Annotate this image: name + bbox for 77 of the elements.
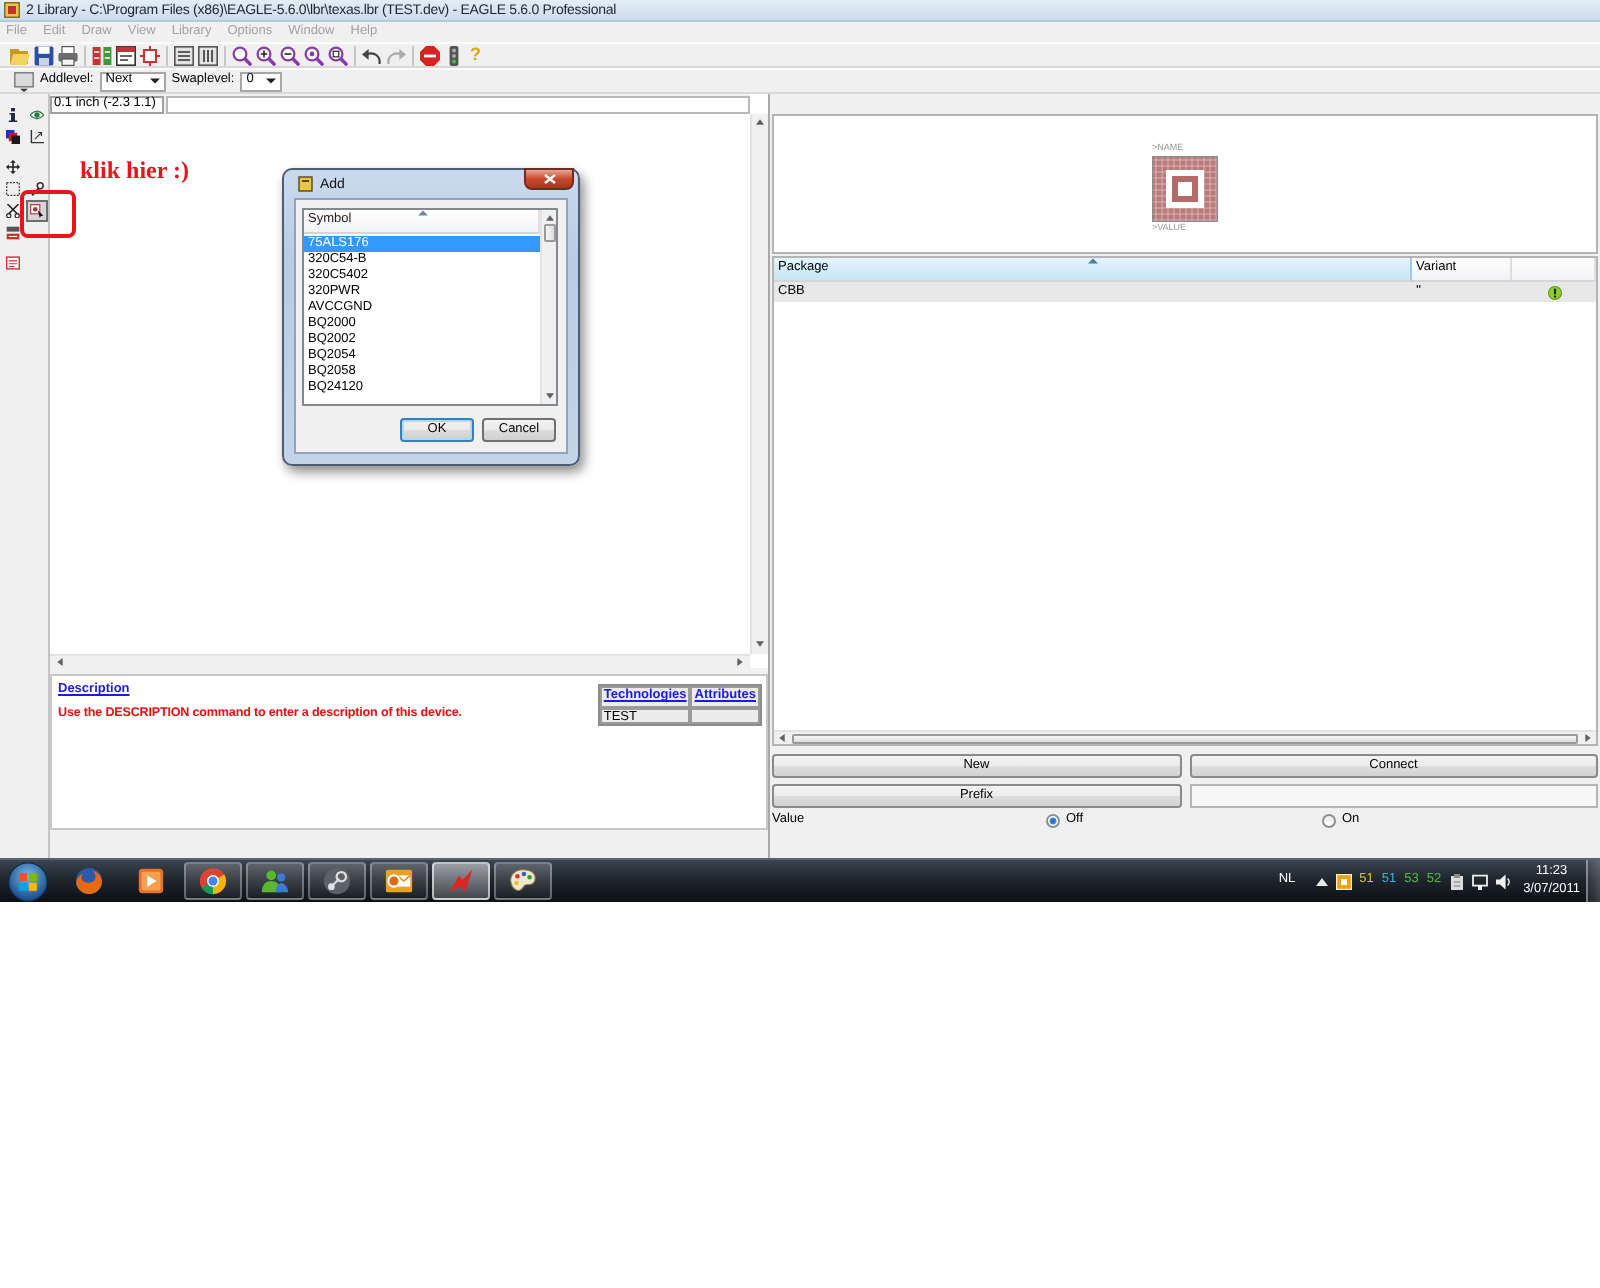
right-arrow-icon[interactable] (1584, 734, 1592, 742)
scroll-thumb[interactable] (543, 224, 555, 242)
command-field[interactable] (166, 96, 750, 114)
print-icon[interactable] (58, 45, 78, 65)
zoom-in-icon[interactable] (256, 45, 276, 65)
magnifier-icon[interactable] (304, 45, 324, 65)
start-orb-icon[interactable] (8, 861, 48, 901)
left-arrow-icon[interactable] (778, 734, 786, 742)
vertical-scrollbar[interactable] (540, 210, 556, 404)
up-arrow-icon[interactable] (545, 214, 553, 222)
taskbar-button[interactable] (370, 862, 428, 900)
down-arrow-icon[interactable] (756, 640, 764, 648)
up-arrow-icon[interactable] (756, 118, 764, 126)
move-icon[interactable] (2, 156, 24, 178)
play-icon[interactable] (136, 866, 166, 896)
bolt-icon (446, 866, 476, 896)
clipboard-icon[interactable] (1449, 873, 1464, 889)
axes-icon[interactable] (26, 126, 48, 148)
radio-icon[interactable] (1046, 814, 1060, 828)
vertical-scrollbar[interactable] (750, 114, 768, 654)
taskbar-button[interactable] (308, 862, 366, 900)
scroll-thumb[interactable] (792, 733, 1578, 743)
taskbar-button[interactable] (432, 862, 490, 900)
wrench-icon[interactable] (26, 178, 48, 200)
ring-icon (198, 866, 228, 896)
zoom-select-icon[interactable] (328, 45, 348, 65)
sort-arrow-icon (1088, 258, 1098, 264)
chip-icon[interactable] (140, 45, 160, 65)
annotation-frame (20, 190, 76, 238)
caret-up-icon[interactable] (1315, 877, 1328, 885)
magnifier-icon[interactable] (232, 45, 252, 65)
traffic-light-icon[interactable] (444, 45, 464, 65)
horizontal-scrollbar[interactable] (50, 654, 750, 668)
caret-icon (149, 78, 160, 84)
board-icon[interactable] (174, 45, 194, 65)
caret-icon (266, 78, 277, 84)
close-button[interactable] (524, 168, 574, 190)
right-arrow-icon[interactable] (736, 658, 744, 666)
taskbar-button[interactable] (494, 862, 552, 900)
box-icon[interactable] (14, 71, 34, 91)
layers-icon[interactable] (2, 126, 24, 148)
window-icon[interactable] (116, 45, 136, 65)
taskbar-button[interactable] (184, 862, 242, 900)
left-arrow-icon[interactable] (56, 658, 64, 666)
globe-icon[interactable] (74, 866, 104, 896)
palette-icon (508, 866, 538, 896)
mail-icon (384, 866, 414, 896)
annotation-text: klik hier :) (80, 158, 189, 182)
stack-icon[interactable] (2, 222, 24, 244)
people-icon (260, 866, 290, 896)
bars-icon[interactable] (92, 45, 112, 65)
frame-icon[interactable] (2, 252, 24, 274)
horizontal-scrollbar[interactable] (774, 730, 1596, 744)
stop-icon[interactable] (420, 45, 440, 65)
text-field[interactable] (1189, 784, 1598, 808)
exclamation-icon (1547, 285, 1561, 299)
sheet-icon[interactable] (198, 45, 218, 65)
speaker-icon[interactable] (1495, 873, 1512, 889)
save-icon[interactable] (34, 45, 54, 65)
symbol-drawing (1152, 155, 1218, 221)
book-icon (298, 176, 314, 192)
scissors-icon[interactable] (2, 200, 24, 222)
show-desktop-button[interactable] (1586, 860, 1600, 902)
add-icon[interactable] (26, 200, 48, 222)
sort-arrow-icon (417, 210, 427, 216)
down-arrow-icon[interactable] (545, 392, 553, 400)
zoom-out-icon[interactable] (280, 45, 300, 65)
taskbar-button[interactable] (246, 862, 304, 900)
undo-icon[interactable] (362, 45, 382, 65)
app-icon (4, 2, 20, 18)
monitor-icon[interactable] (1471, 873, 1488, 889)
selection-icon[interactable] (2, 178, 24, 200)
disc-icon (322, 866, 352, 896)
tile-icon[interactable] (1335, 873, 1352, 889)
close-icon (543, 174, 555, 184)
table-cell (690, 707, 760, 723)
radio-icon[interactable] (1322, 814, 1336, 828)
